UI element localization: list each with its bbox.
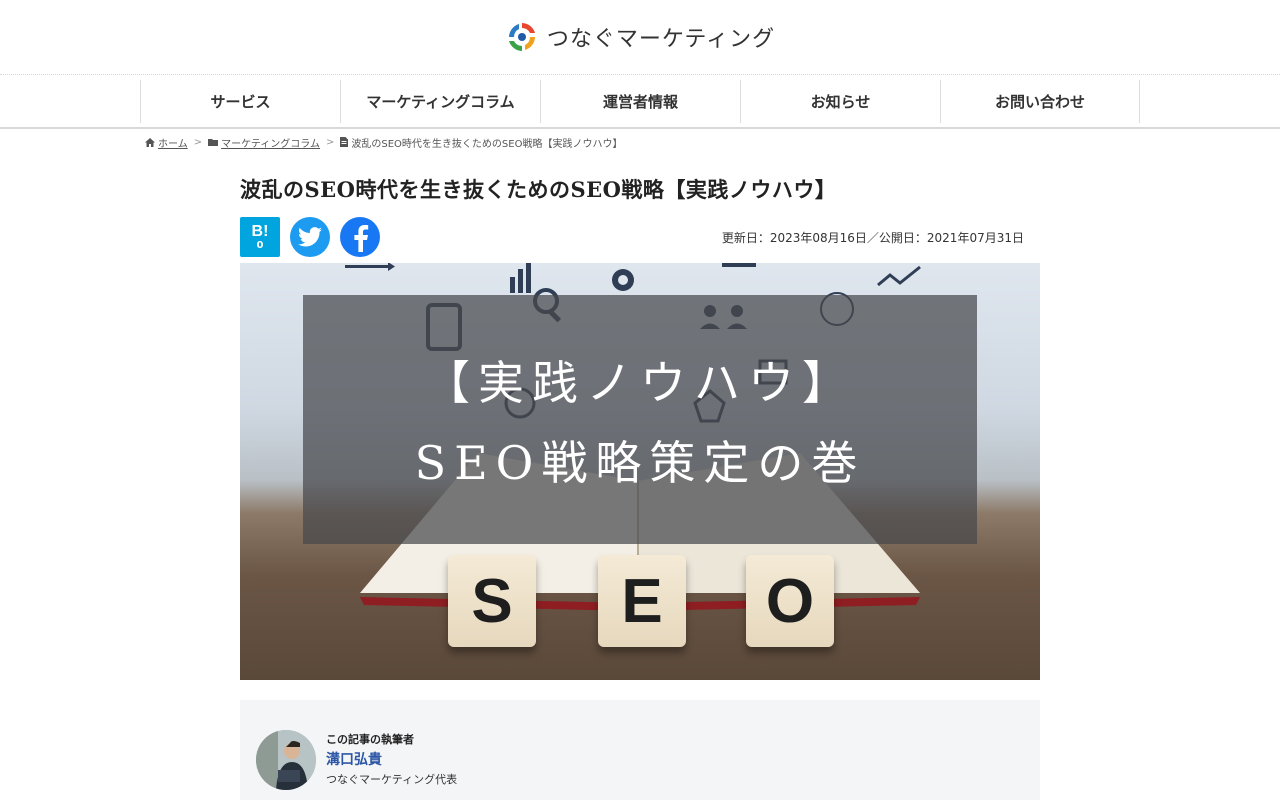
twitter-share-button[interactable] [290,217,330,257]
breadcrumb-separator: > [193,136,203,148]
folder-icon [208,139,219,146]
seo-cube-s: S [448,555,536,647]
twitter-icon [298,227,322,247]
breadcrumb-home: ホーム [145,135,188,150]
share-buttons: B! 0 [240,217,380,257]
breadcrumb-separator: > [326,136,335,148]
article-meta: B! 0 更新日：2023年08月16日／公開日：2021年07月31日 [240,217,1040,257]
hatena-bookmark-count: 0 [256,239,264,251]
hero-image: 【実践ノウハウ】 SEO戦略策定の巻 S E O [240,263,1040,680]
article-dates: 更新日：2023年08月16日／公開日：2021年07月31日 [721,230,1024,245]
seo-cube-e: E [598,555,686,647]
seo-cube-o: O [746,555,834,647]
facebook-icon [354,225,369,252]
nav-list: サービス マーケティングコラム 運営者情報 お知らせ お問い合わせ [140,80,1140,127]
article-title: 波乱のSEO時代を生き抜くためのSEO戦略【実践ノウハウ】 [240,177,837,202]
author-photo [256,730,316,790]
author-box: この記事の執筆者 溝口弘貴 つなぐマーケティング代表 [240,700,1040,800]
breadcrumb-category: マーケティングコラム [208,135,320,150]
site-logo[interactable]: つなぐマーケティング [505,20,775,54]
nav-item-marketing-column[interactable]: マーケティングコラム [340,80,540,123]
nav-item-news[interactable]: お知らせ [740,80,940,123]
hero-heading-1: 【実践ノウハウ】 [424,355,856,410]
author-avatar[interactable] [256,730,316,790]
author-name[interactable]: 溝口弘貴 [326,749,457,769]
hatena-bookmark-icon: B! [251,222,269,240]
document-icon [340,137,349,147]
nav-item-contact[interactable]: お問い合わせ [940,80,1140,123]
breadcrumb-current-label: 波乱のSEO時代を生き抜くためのSEO戦略【実践ノウハウ】 [351,138,623,150]
breadcrumb-category-link[interactable]: マーケティングコラム [221,135,320,150]
hero-heading-2: SEO戦略策定の巻 [414,435,866,490]
nav-item-service[interactable]: サービス [140,80,340,123]
global-nav: サービス マーケティングコラム 運営者情報 お知らせ お問い合わせ [0,75,1280,129]
breadcrumb-current: 波乱のSEO時代を生き抜くためのSEO戦略【実践ノウハウ】 [340,135,622,150]
breadcrumb-home-link[interactable]: ホーム [158,135,188,150]
site-header: つなぐマーケティング [0,0,1280,75]
hero-overlay: 【実践ノウハウ】 SEO戦略策定の巻 [303,295,977,544]
article: 波乱のSEO時代を生き抜くためのSEO戦略【実践ノウハウ】 B! 0 更新日：2… [240,175,1040,800]
nav-item-operator-info[interactable]: 運営者情報 [540,80,740,123]
author-info: この記事の執筆者 溝口弘貴 つなぐマーケティング代表 [326,730,457,787]
author-label: この記事の執筆者 [326,733,414,746]
breadcrumb: ホーム > マーケティングコラム > 波乱のSEO時代を生き抜くためのSEO戦略… [145,135,1135,150]
hatena-bookmark-button[interactable]: B! 0 [240,217,280,257]
circular-arrows-logo-icon [508,23,535,51]
logo-text: つなぐマーケティング [546,27,776,52]
author-role: つなぐマーケティング代表 [326,773,458,786]
facebook-share-button[interactable] [340,217,380,257]
home-icon [145,137,155,147]
